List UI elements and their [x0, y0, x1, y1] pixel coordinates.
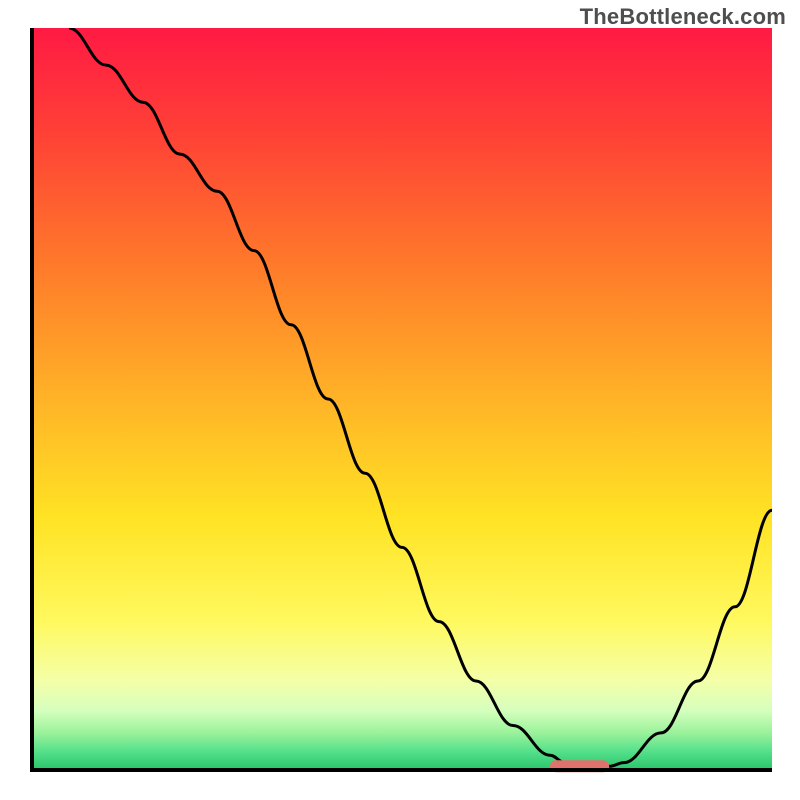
chart-container: TheBottleneck.com: [0, 0, 800, 800]
plot-background: [32, 28, 772, 770]
bottleneck-chart: [0, 0, 800, 800]
watermark-text: TheBottleneck.com: [580, 4, 786, 30]
